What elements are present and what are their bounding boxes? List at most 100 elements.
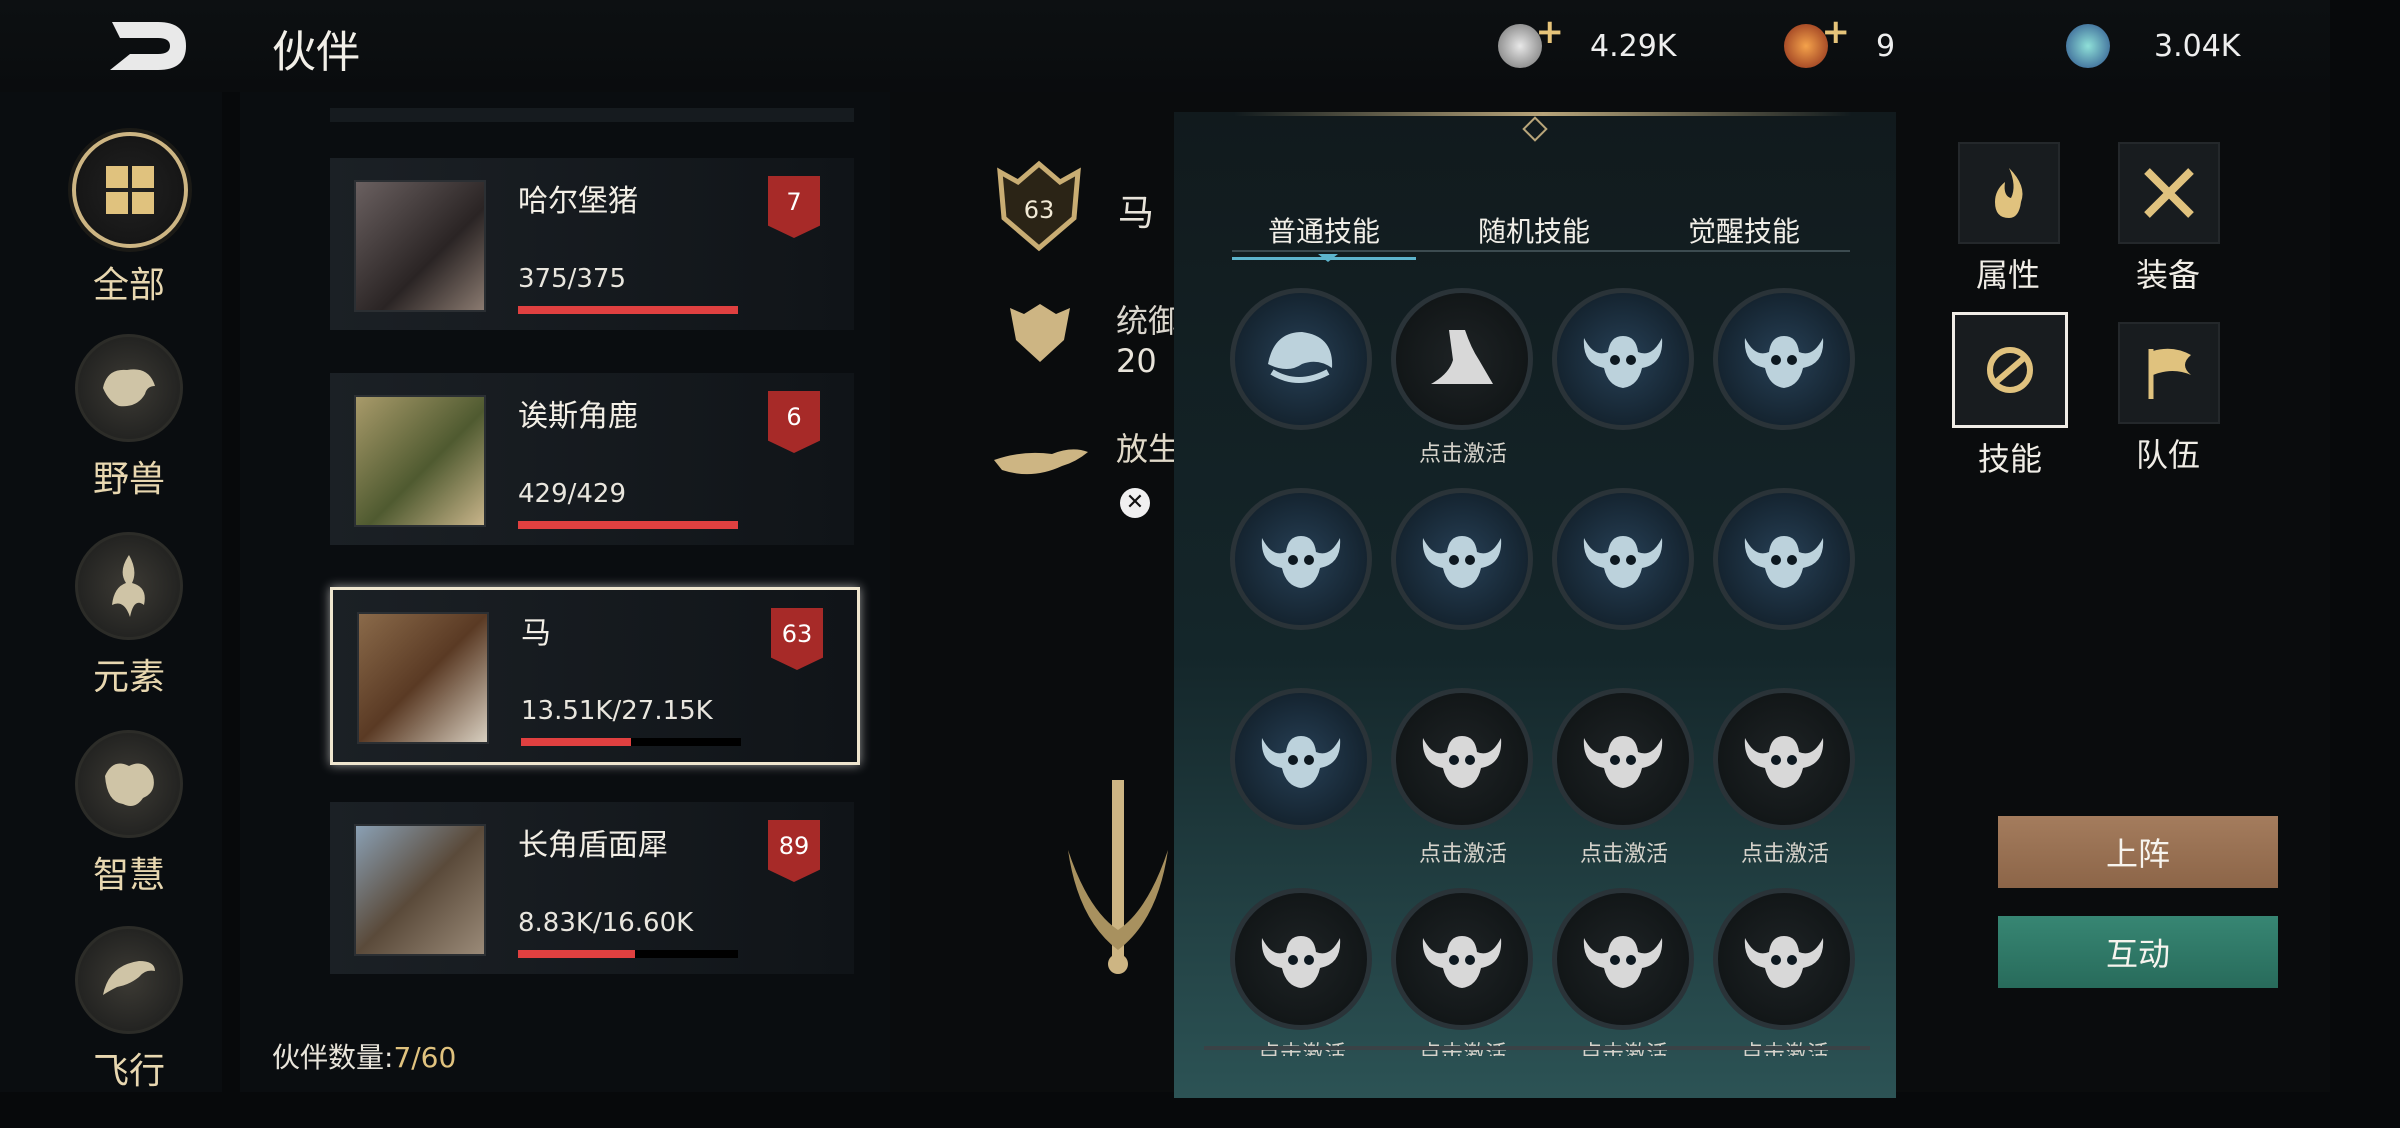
partner-hp: 375/375 bbox=[518, 264, 627, 294]
bull-skill-icon bbox=[1713, 288, 1855, 430]
skill-slot[interactable]: 点击激活 bbox=[1391, 888, 1543, 1056]
flying-icon bbox=[75, 926, 183, 1034]
bull-skill-icon bbox=[1713, 488, 1855, 630]
partner-portrait bbox=[354, 180, 486, 312]
flag-icon bbox=[2118, 322, 2220, 424]
tab-normal-skill[interactable]: 普通技能 bbox=[1231, 210, 1417, 260]
hp-bar bbox=[518, 521, 738, 529]
tab-awaken-skill[interactable]: 觉醒技能 bbox=[1688, 210, 1800, 250]
release-button[interactable]: 放生 bbox=[1116, 424, 1180, 470]
tab-divider bbox=[1232, 250, 1850, 252]
bull-skill-icon bbox=[1230, 488, 1372, 630]
skill-slot[interactable]: 点击激活 bbox=[1713, 688, 1860, 868]
stat-value: 20 bbox=[1116, 342, 1157, 380]
skill-slot[interactable] bbox=[1552, 488, 1694, 630]
bull-skill-icon bbox=[1713, 888, 1855, 1030]
partner-card[interactable]: 哈尔堡猪 375/375 7 bbox=[330, 158, 854, 330]
nav-item-element[interactable]: 元素 bbox=[72, 532, 186, 700]
deploy-button[interactable]: 上阵 bbox=[1998, 816, 2278, 888]
active-tab-pointer bbox=[1318, 254, 1338, 262]
nav-item-beast[interactable]: 野兽 bbox=[72, 334, 186, 502]
currency-red-gem[interactable]: + 9 bbox=[1784, 12, 1895, 70]
skill-slot[interactable] bbox=[1230, 688, 1372, 830]
bull-skill-icon bbox=[1230, 888, 1372, 1030]
close-icon[interactable]: ✕ bbox=[1120, 488, 1150, 518]
skill-slot[interactable]: 点击激活 bbox=[1713, 888, 1860, 1056]
activate-caption: 点击激活 bbox=[1418, 442, 1507, 467]
nav-item-wisdom[interactable]: 智慧 bbox=[72, 730, 186, 898]
skill-slot[interactable] bbox=[1552, 288, 1694, 430]
level-badge: 63 bbox=[771, 608, 823, 670]
bull-skill-icon bbox=[1391, 888, 1533, 1030]
partner-name: 长角盾面犀 bbox=[518, 828, 668, 863]
skill-slot[interactable] bbox=[1391, 488, 1533, 630]
activate-caption: 点击激活 bbox=[1418, 842, 1507, 867]
bull-skill-icon bbox=[1391, 688, 1533, 830]
element-icon bbox=[75, 532, 183, 640]
wisdom-icon bbox=[75, 730, 183, 838]
currency-blue-orb[interactable]: 3.04K bbox=[2066, 22, 2240, 70]
laurel-sword-emblem-icon bbox=[1058, 780, 1178, 974]
bull-skill-icon bbox=[1552, 888, 1694, 1030]
tab-random-skill[interactable]: 随机技能 bbox=[1478, 210, 1590, 250]
command-emblem-icon bbox=[1006, 300, 1074, 366]
skill-slot[interactable]: 点击激活 bbox=[1552, 888, 1704, 1056]
menu-label: 装备 bbox=[2135, 256, 2200, 294]
skill-slot[interactable]: 点击激活 bbox=[1230, 888, 1382, 1056]
currency-value: 3.04K bbox=[2154, 28, 2241, 64]
menu-label: 队伍 bbox=[2135, 436, 2200, 474]
partner-portrait bbox=[354, 395, 486, 527]
nav-label: 智慧 bbox=[92, 855, 165, 896]
partner-name-detail: 马 bbox=[1118, 193, 1155, 234]
level-badge: 89 bbox=[768, 820, 820, 882]
bull-skill-icon bbox=[1713, 688, 1855, 830]
partner-card[interactable]: 诶斯角鹿 429/429 6 bbox=[330, 373, 854, 545]
page-title: 伙伴 bbox=[272, 27, 360, 78]
interact-button[interactable]: 互动 bbox=[1998, 916, 2278, 988]
blue-orb-icon bbox=[2066, 24, 2110, 68]
partner-card[interactable]: 长角盾面犀 8.83K/16.60K 89 bbox=[330, 802, 854, 974]
nav-item-flying[interactable]: 飞行 bbox=[72, 926, 186, 1094]
partner-hp: 8.83K/16.60K bbox=[518, 908, 694, 938]
currency-silver[interactable]: + 4.29K bbox=[1498, 12, 1676, 70]
menu-equipment[interactable]: 装备 bbox=[2118, 142, 2220, 296]
hp-bar bbox=[518, 950, 738, 958]
bull-skill-icon bbox=[1391, 488, 1533, 630]
menu-label: 属性 bbox=[1975, 256, 2040, 294]
skill-slot[interactable] bbox=[1230, 288, 1372, 430]
partner-card-selected[interactable]: 马 13.51K/27.15K 63 bbox=[330, 587, 860, 765]
skill-slot[interactable]: 点击激活 bbox=[1391, 288, 1543, 468]
skill-slot[interactable] bbox=[1713, 288, 1855, 430]
skill-icon bbox=[1952, 312, 2068, 428]
back-button[interactable] bbox=[100, 18, 190, 74]
nav-item-all[interactable]: 全部 bbox=[72, 132, 188, 308]
skill-tabs: 普通技能 随机技能 觉醒技能 bbox=[1231, 210, 1850, 260]
panel-top-ornament bbox=[1234, 112, 1852, 116]
hp-bar bbox=[521, 738, 741, 746]
level-crest: 63 bbox=[990, 158, 1088, 254]
menu-attributes[interactable]: 属性 bbox=[1958, 142, 2060, 296]
helmet-skill-icon bbox=[1230, 288, 1372, 430]
crossed-swords-icon bbox=[2118, 142, 2220, 244]
activate-caption: 点击激活 bbox=[1740, 842, 1829, 867]
bull-skill-icon bbox=[1552, 488, 1694, 630]
partner-portrait bbox=[357, 612, 489, 744]
skill-slot[interactable]: 点击激活 bbox=[1552, 688, 1704, 868]
skill-slot[interactable]: 点击激活 bbox=[1391, 688, 1543, 868]
skill-grid: 点击激活点击激活点击激活点击激活点击激活点击激活点击激活点击激活 bbox=[1230, 288, 1860, 1056]
menu-skills[interactable]: 技能 bbox=[1952, 312, 2068, 480]
bull-skill-icon bbox=[1230, 688, 1372, 830]
claw-skill-icon bbox=[1391, 288, 1533, 430]
svg-text:63: 63 bbox=[1024, 196, 1055, 224]
level-badge: 6 bbox=[768, 391, 820, 453]
menu-team[interactable]: 队伍 bbox=[2118, 322, 2220, 476]
grid-icon bbox=[72, 132, 188, 248]
nav-label: 野兽 bbox=[92, 459, 165, 500]
flame-icon bbox=[1958, 142, 2060, 244]
partner-hp: 13.51K/27.15K bbox=[521, 696, 713, 726]
skill-slot[interactable] bbox=[1230, 488, 1372, 630]
activate-caption: 点击激活 bbox=[1579, 842, 1668, 867]
bull-skill-icon bbox=[1552, 688, 1694, 830]
nav-label: 元素 bbox=[92, 657, 165, 698]
skill-slot[interactable] bbox=[1713, 488, 1855, 630]
